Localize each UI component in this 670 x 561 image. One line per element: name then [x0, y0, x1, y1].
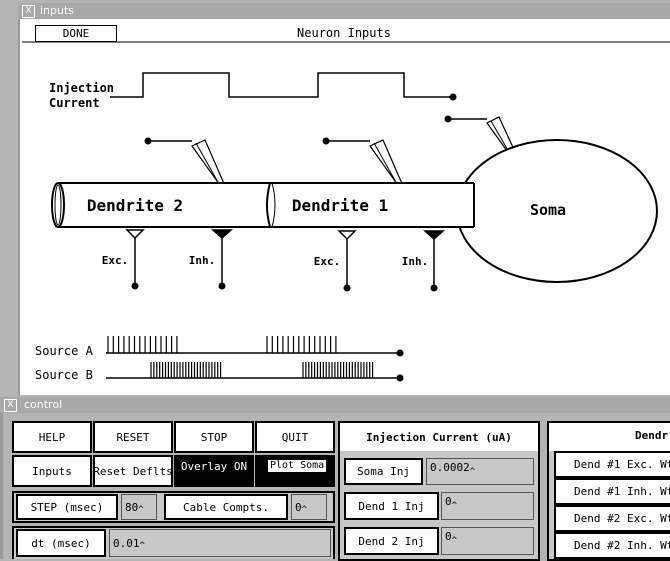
- cable-compts-input[interactable]: 0 ^: [291, 494, 327, 520]
- source-a-spike-train: [107, 336, 337, 353]
- caret-icon: ^: [139, 541, 145, 551]
- caret-icon: ^: [451, 501, 458, 511]
- dend2-exc-handle[interactable]: [131, 282, 139, 290]
- dend2-inj-value: 0: [445, 530, 452, 543]
- dend2-inh-wt-button[interactable]: Dend #2 Inh. Wt.: [554, 532, 670, 559]
- injection-label-1: Injection: [49, 81, 114, 95]
- injection-handle[interactable]: [449, 93, 457, 101]
- caret-icon: ^: [138, 505, 144, 515]
- dend2-inh-label: Inh.: [189, 254, 216, 267]
- help-button[interactable]: HELP: [12, 421, 92, 453]
- dend1-exc-wt-button[interactable]: Dend #1 Exc. Wt.: [554, 451, 670, 478]
- done-button[interactable]: DONE: [35, 25, 117, 42]
- soma-inj-value: 0.0002: [430, 461, 470, 474]
- cable-compts-button[interactable]: Cable Compts.: [164, 494, 288, 520]
- dendrite2-label: Dendrite 2: [87, 196, 183, 215]
- injection-panel-title: Injection Current (uA): [340, 423, 538, 451]
- reset-button[interactable]: RESET: [93, 421, 173, 453]
- step-input[interactable]: 80 ^: [121, 494, 157, 520]
- dend2-inj-button[interactable]: Dend 2 Inj: [344, 527, 439, 555]
- injection-label-2: Current: [49, 96, 100, 110]
- dt-button[interactable]: dt (msec): [16, 529, 106, 557]
- dend-weights-title: Dendr: [549, 423, 670, 451]
- quit-button[interactable]: QUIT: [255, 421, 335, 453]
- window-menu-icon[interactable]: X: [4, 399, 17, 412]
- control-titlebar[interactable]: X control: [0, 397, 670, 413]
- caret-icon: ^: [301, 505, 308, 515]
- control-window-title: control: [24, 398, 63, 411]
- inputs-button[interactable]: Inputs: [12, 455, 92, 487]
- dend1-exc-handle[interactable]: [343, 284, 351, 292]
- step-button[interactable]: STEP (msec): [16, 494, 118, 520]
- injection-waveform: [110, 72, 453, 98]
- overlay-toggle[interactable]: Overlay ON: [174, 455, 254, 487]
- source-b-spike-train: [150, 362, 374, 378]
- dendrite1-label: Dendrite 1: [292, 196, 388, 215]
- caret-icon: ^: [469, 467, 476, 477]
- dend2-exc-wt-button[interactable]: Dend #2 Exc. Wt.: [554, 505, 670, 532]
- dend1-exc-synapse: [337, 230, 357, 288]
- source-b-label: Source B: [35, 368, 93, 382]
- dend1-inj-button[interactable]: Dend 1 Inj: [344, 492, 439, 520]
- dt-value: 0.01: [113, 536, 140, 550]
- dend2-exc-label: Exc.: [102, 254, 129, 267]
- inputs-window-title: inputs: [40, 4, 75, 17]
- caret-icon: ^: [451, 536, 458, 546]
- step-value: 80: [125, 500, 139, 514]
- source-a-handle[interactable]: [396, 349, 404, 357]
- dend1-inh-wt-button[interactable]: Dend #1 Inh. Wt.: [554, 478, 670, 505]
- neuron-inputs-canvas: Neuron Inputs Injection Current Soma Den…: [18, 19, 670, 395]
- dend1-inj-input[interactable]: 0 ^: [441, 492, 534, 520]
- dend1-exc-label: Exc.: [314, 255, 341, 268]
- soma-inj-button[interactable]: Soma Inj: [344, 458, 423, 485]
- soma-label: Soma: [530, 201, 566, 219]
- reset-defaults-button[interactable]: Reset Deflts: [93, 455, 173, 487]
- stop-button[interactable]: STOP: [174, 421, 254, 453]
- dend1-inj-value: 0: [445, 495, 452, 508]
- source-b-handle[interactable]: [396, 374, 404, 382]
- soma-inj-input[interactable]: 0.0002 ^: [426, 458, 534, 485]
- dend-weights-title-text: Dendr: [635, 429, 669, 442]
- inputs-titlebar[interactable]: X inputs: [18, 3, 670, 19]
- dend2-inj-input[interactable]: 0 ^: [441, 527, 534, 555]
- source-a-label: Source A: [35, 344, 94, 358]
- plot-soma-toggle[interactable]: Plot Soma: [255, 455, 335, 487]
- dt-input[interactable]: 0.01 ^: [109, 529, 331, 557]
- cable-compts-value: 0: [295, 500, 302, 514]
- canvas-heading: Neuron Inputs: [297, 26, 391, 40]
- dend2-inh-handle[interactable]: [218, 282, 226, 290]
- dend2-inh-synapse: [211, 229, 233, 286]
- dend1-inh-label: Inh.: [402, 255, 429, 268]
- window-menu-icon[interactable]: X: [22, 5, 35, 18]
- dend1-inh-handle[interactable]: [430, 284, 438, 292]
- dend2-exc-synapse: [125, 229, 145, 286]
- plot-soma-label: Plot Soma: [268, 460, 327, 472]
